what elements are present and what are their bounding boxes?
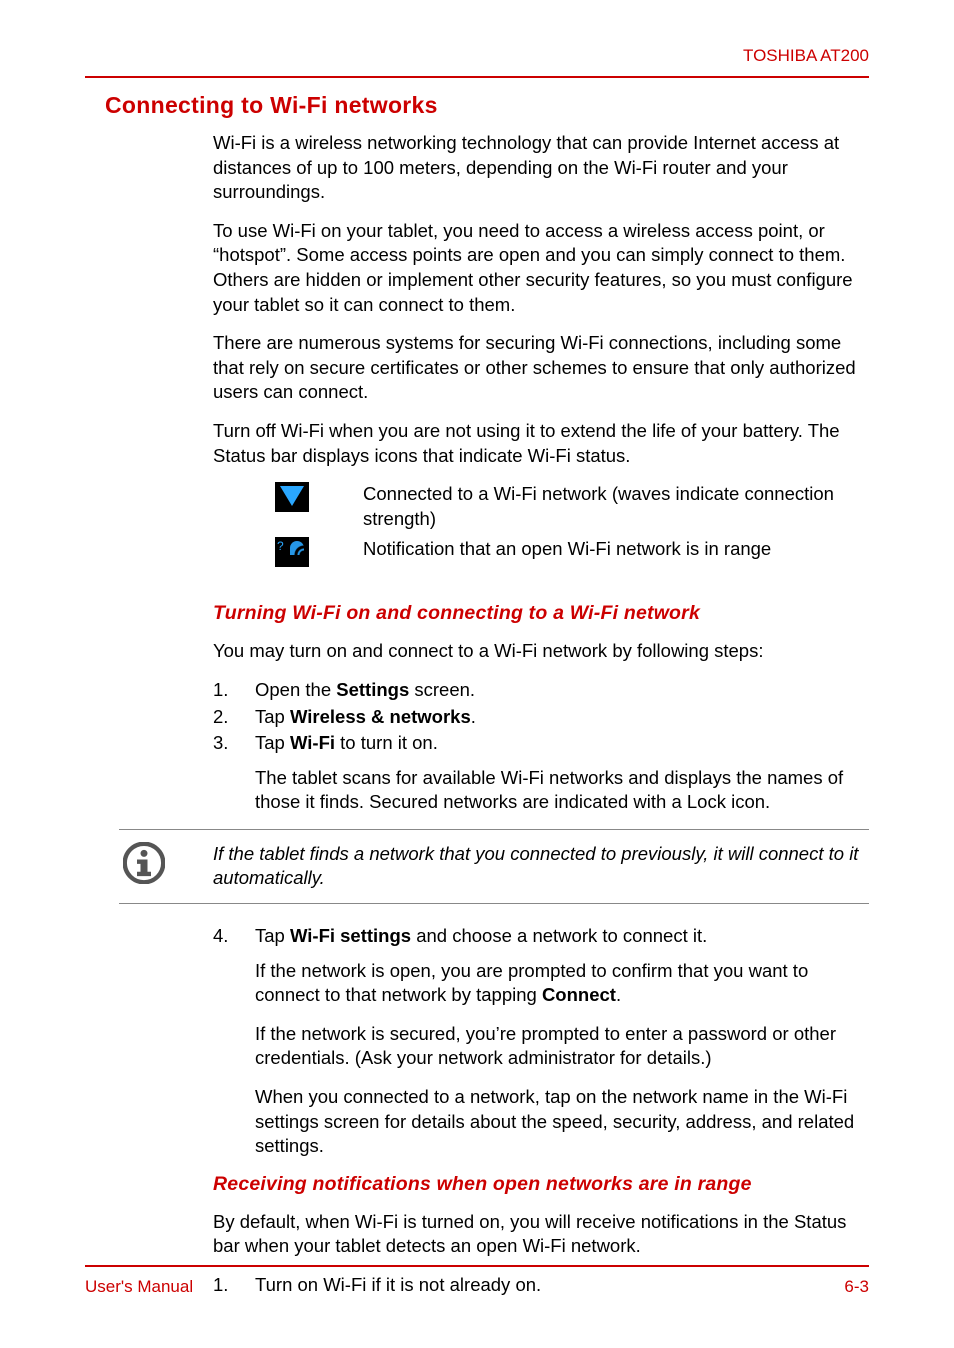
status-row: Connected to a Wi-Fi network (waves indi… (213, 482, 869, 531)
list-item: 2. Tap Wireless & networks. (213, 705, 869, 730)
header-brand: TOSHIBA AT200 (85, 46, 869, 66)
para: To use Wi-Fi on your tablet, you need to… (213, 219, 869, 317)
list-item: 1. Open the Settings screen. (213, 678, 869, 703)
step-bold: Wi-Fi (290, 732, 335, 753)
status-desc: Notification that an open Wi-Fi network … (363, 537, 869, 562)
page-footer: User's Manual 6-3 (85, 1265, 869, 1297)
step-subtext: The tablet scans for available Wi-Fi net… (255, 766, 869, 815)
para: By default, when Wi-Fi is turned on, you… (213, 1210, 869, 1259)
para: Wi-Fi is a wireless networking technolog… (213, 131, 869, 205)
open-wifi-available-icon (275, 537, 309, 567)
step-text: Tap (255, 732, 290, 753)
top-rule (85, 76, 869, 78)
step-text: Tap (255, 706, 290, 727)
step-list: 1. Open the Settings screen. 2. Tap Wire… (213, 678, 869, 756)
step-number: 4. (213, 924, 255, 949)
subheading-turning-wifi-on: Turning Wi-Fi on and connecting to a Wi-… (213, 602, 869, 625)
step-text: to turn it on. (335, 732, 438, 753)
list-item: 3. Tap Wi-Fi to turn it on. (213, 731, 869, 756)
wifi-connected-icon (275, 482, 309, 512)
step-list: 4. Tap Wi-Fi settings and choose a netwo… (213, 924, 869, 949)
step-text: Open the (255, 679, 336, 700)
status-icon-table: Connected to a Wi-Fi network (waves indi… (213, 482, 869, 572)
step-number: 2. (213, 705, 255, 730)
info-icon (119, 842, 213, 889)
status-icon-cell (213, 482, 363, 517)
note-text: If the tablet finds a network that you c… (213, 842, 869, 891)
bottom-rule (85, 1265, 869, 1267)
para: You may turn on and connect to a Wi-Fi n… (213, 639, 869, 664)
page-number: 6-3 (844, 1277, 869, 1297)
step-subtext: When you connected to a network, tap on … (255, 1085, 869, 1159)
step-text: . (471, 706, 476, 727)
step-number: 1. (213, 678, 255, 703)
step-subtext: If the network is open, you are prompted… (255, 959, 869, 1008)
section-title: Connecting to Wi-Fi networks (105, 92, 869, 119)
step-text: screen. (409, 679, 475, 700)
status-icon-cell (213, 537, 363, 572)
step-text: Tap (255, 925, 290, 946)
para: There are numerous systems for securing … (213, 331, 869, 405)
list-item: 4. Tap Wi-Fi settings and choose a netwo… (213, 924, 869, 949)
footer-left: User's Manual (85, 1277, 193, 1297)
subheading-notifications: Receiving notifications when open networ… (213, 1173, 869, 1196)
step-bold: Settings (336, 679, 409, 700)
step-text: and choose a network to connect it. (411, 925, 707, 946)
step-bold: Wi-Fi settings (290, 925, 411, 946)
step-bold: Wireless & networks (290, 706, 471, 727)
status-desc: Connected to a Wi-Fi network (waves indi… (363, 482, 869, 531)
para: Turn off Wi-Fi when you are not using it… (213, 419, 869, 468)
note-callout: If the tablet finds a network that you c… (119, 829, 869, 904)
step-subtext: If the network is secured, you’re prompt… (255, 1022, 869, 1071)
step-number: 3. (213, 731, 255, 756)
status-row: Notification that an open Wi-Fi network … (213, 537, 869, 572)
